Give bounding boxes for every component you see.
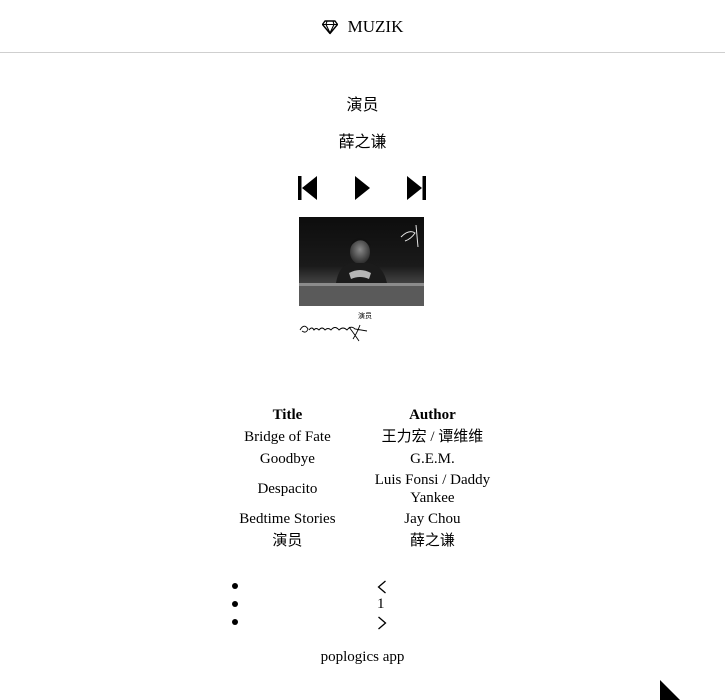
table-row[interactable]: Bedtime Stories Jay Chou [225,508,515,530]
brand-name: MUZIK [347,17,404,36]
footer-text: poplogics app [320,649,405,665]
table-row[interactable]: Despacito Luis Fonsi / Daddy Yankee [225,470,515,508]
player-controls [0,175,725,201]
column-header-title[interactable]: Title [225,404,350,426]
pagination: 1 [231,577,401,631]
table-row[interactable]: 演员 薛之谦 [225,530,515,552]
now-playing-artist: 薛之谦 [338,134,387,151]
track-title[interactable]: Bridge of Fate [225,426,350,448]
pagination-item [231,577,401,595]
pagination-item: 1 [231,595,401,613]
play-icon [355,176,370,200]
next-track-button[interactable] [405,175,427,201]
track-author: G.E.M. [410,451,455,467]
skip-previous-icon [298,176,317,200]
track-author: 王力宏 / 谭维维 [381,429,484,445]
chevron-left-icon [377,580,386,594]
list-bullet [232,601,238,607]
prev-page-button[interactable] [377,577,387,594]
list-bullet [232,583,238,589]
chevron-right-icon [378,616,387,630]
now-playing-title: 演员 [346,97,379,114]
track-author: Jay Chou [404,511,461,527]
diamond-icon [321,20,338,35]
app-header: MUZIK [0,0,725,53]
table-header-row: Title Author [225,404,515,426]
track-title[interactable]: Bedtime Stories [225,508,350,530]
track-title[interactable]: Despacito [225,470,350,508]
track-title[interactable]: 演员 [225,530,350,552]
brand[interactable]: MUZIK [0,17,725,37]
play-button[interactable] [351,175,373,201]
track-author: 薛之谦 [409,533,455,549]
table-row[interactable]: Bridge of Fate 王力宏 / 谭维维 [225,426,515,448]
table-row[interactable]: Goodbye G.E.M. [225,448,515,470]
pagination-item [231,613,401,631]
cover-caption: 演员 [358,311,372,320]
prev-track-button[interactable] [297,175,319,201]
track-author: Luis Fonsi / Daddy Yankee [374,472,491,506]
column-header-author[interactable]: Author [350,404,515,426]
playlist-table: Title Author Bridge of Fate 王力宏 / 谭维维 Go… [225,404,515,552]
album-cover: 演员 [299,217,424,342]
mouse-cursor-icon [660,680,680,700]
skip-next-icon [407,176,426,200]
track-title[interactable]: Goodbye [225,448,350,470]
page-number[interactable]: 1 [377,595,387,613]
list-bullet [232,619,238,625]
next-page-button[interactable] [377,613,387,630]
